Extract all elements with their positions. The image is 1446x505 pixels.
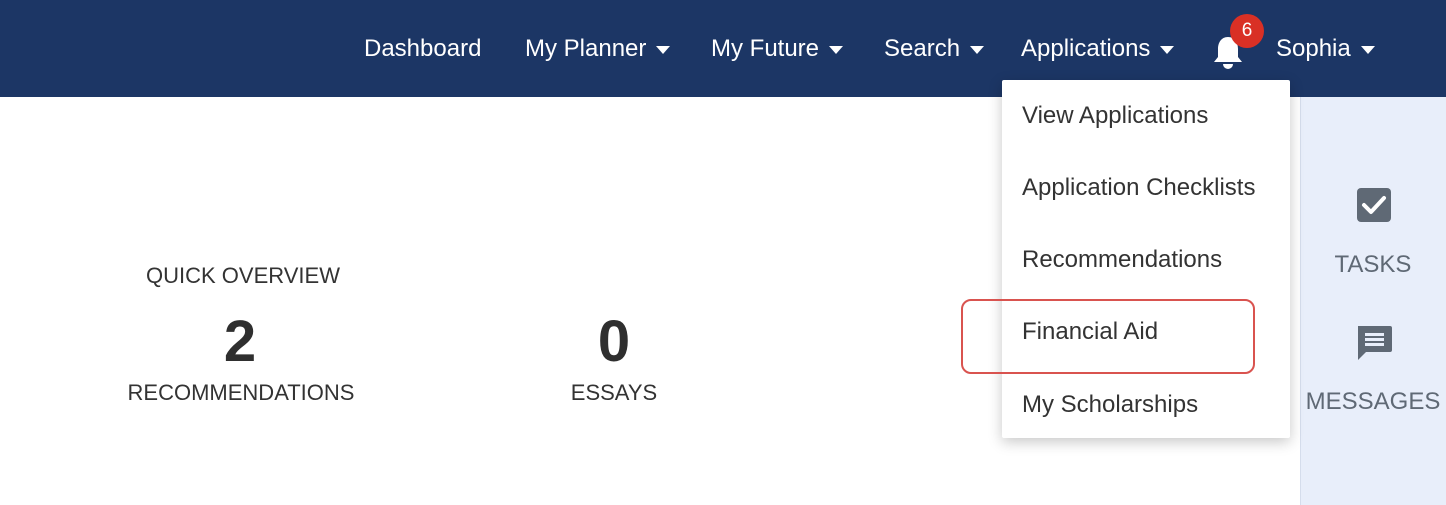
nav-user-label: Sophia: [1276, 35, 1351, 62]
applications-dropdown-menu: View Applications Application Checklists…: [1002, 80, 1290, 438]
side-panel: [1300, 97, 1446, 505]
essays-count: 0: [597, 309, 631, 374]
nav-my-future[interactable]: My Future: [711, 33, 844, 65]
tasks-label[interactable]: TASKS: [1300, 251, 1446, 279]
nav-my-future-label: My Future: [711, 35, 820, 62]
menu-item-view-applications[interactable]: View Applications: [1022, 102, 1208, 130]
recommendations-count: 2: [223, 309, 257, 374]
essays-label: ESSAYS: [570, 380, 658, 405]
caret-down-icon: [829, 46, 844, 54]
nav-applications-label: Applications: [1021, 35, 1151, 62]
nav-my-planner-label: My Planner: [525, 35, 647, 62]
nav-search-label: Search: [884, 35, 961, 62]
caret-down-icon: [1360, 46, 1375, 54]
caret-down-icon: [656, 46, 671, 54]
menu-item-application-checklists[interactable]: Application Checklists: [1022, 174, 1255, 202]
checkbox-icon[interactable]: [1354, 185, 1394, 225]
caret-down-icon: [1160, 46, 1175, 54]
nav-my-planner[interactable]: My Planner: [525, 33, 671, 65]
financial-aid-highlight-box: [961, 299, 1255, 374]
recommendations-label: RECOMMENDATIONS: [127, 380, 355, 405]
message-icon[interactable]: [1354, 322, 1394, 362]
caret-down-icon: [970, 46, 985, 54]
nav-applications[interactable]: Applications: [1021, 33, 1175, 65]
messages-label[interactable]: MESSAGES: [1300, 388, 1446, 416]
notification-badge[interactable]: 6: [1230, 14, 1264, 48]
menu-item-recommendations[interactable]: Recommendations: [1022, 246, 1222, 274]
menu-item-my-scholarships[interactable]: My Scholarships: [1022, 391, 1198, 419]
nav-search[interactable]: Search: [884, 33, 985, 65]
nav-dashboard[interactable]: Dashboard: [364, 33, 481, 65]
nav-user-menu[interactable]: Sophia: [1276, 33, 1375, 65]
quick-overview-title: QUICK OVERVIEW: [146, 263, 340, 288]
nav-dashboard-label: Dashboard: [364, 35, 482, 62]
